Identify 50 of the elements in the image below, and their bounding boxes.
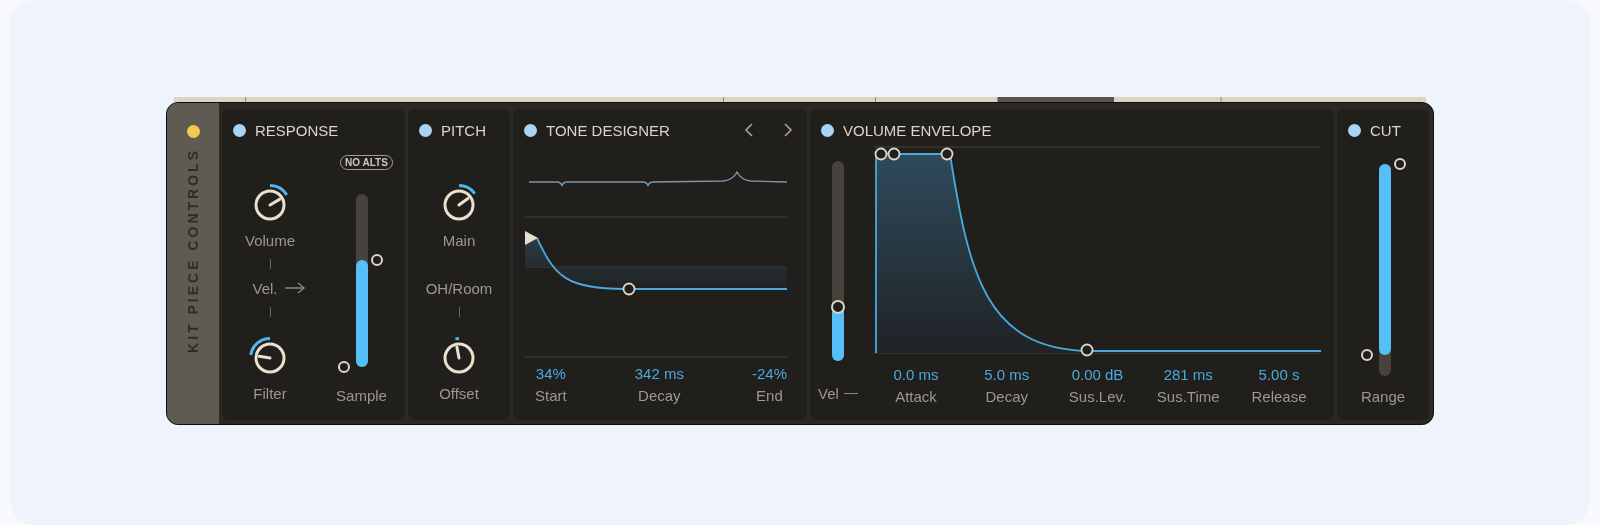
param-label: End <box>756 387 783 404</box>
slider-handle[interactable] <box>1361 348 1373 361</box>
arrow-right-icon <box>283 282 306 294</box>
enable-toggle[interactable] <box>419 123 432 137</box>
enable-toggle[interactable] <box>1348 123 1361 137</box>
slider-label: Sample <box>336 387 387 404</box>
chevron-left-icon[interactable] <box>744 122 754 138</box>
param-label: Start <box>535 387 567 404</box>
param-value[interactable]: -24% <box>751 365 787 382</box>
velocity-label: Vel <box>818 385 839 402</box>
knob-label: Volume <box>244 232 295 249</box>
param-label: Decay <box>638 387 681 404</box>
section-title: VOLUME ENVELOPE <box>843 121 992 139</box>
param-value[interactable]: 34% <box>535 365 566 382</box>
envelope-handle[interactable] <box>874 147 888 161</box>
slider-handle[interactable] <box>370 253 383 266</box>
modulation-label: OH/Room <box>425 279 493 297</box>
envelope-handle[interactable] <box>940 147 954 161</box>
section-title: RESPONSE <box>255 121 339 139</box>
envelope-handle[interactable] <box>1080 343 1094 357</box>
enable-toggle[interactable] <box>524 123 537 137</box>
knob-label: Main <box>442 232 476 249</box>
param-value[interactable]: 5.00 s <box>1258 366 1300 383</box>
param-label: Sus.Time <box>1156 388 1220 405</box>
section-title: CUT <box>1370 121 1401 139</box>
start-marker-icon[interactable] <box>525 231 538 245</box>
param-label: Release <box>1251 388 1307 405</box>
param-value[interactable]: 0.00 dB <box>1071 366 1124 383</box>
enable-toggle[interactable] <box>821 123 834 137</box>
param-label: Decay <box>985 388 1028 405</box>
slider-handle[interactable] <box>831 300 845 314</box>
param-label: Attack <box>895 388 937 405</box>
slider-handle[interactable] <box>1394 158 1406 170</box>
param-label: Sus.Lev. <box>1068 388 1127 405</box>
knob-label: Offset <box>439 385 479 402</box>
slider-label: Range <box>1360 388 1406 405</box>
velocity-slider[interactable] <box>832 161 844 361</box>
chevron-right-icon[interactable] <box>783 122 793 138</box>
curve-handle[interactable] <box>622 282 636 296</box>
param-value[interactable]: 5.0 ms <box>984 366 1030 383</box>
envelope-handle[interactable] <box>887 147 901 161</box>
knob-label: Filter <box>253 385 287 402</box>
param-value[interactable]: 0.0 ms <box>893 366 939 383</box>
slider-handle[interactable] <box>337 361 350 373</box>
param-value[interactable]: 342 ms <box>634 365 684 382</box>
modulation-label: Vel. <box>252 279 278 297</box>
param-value[interactable]: 281 ms <box>1163 366 1213 383</box>
enable-toggle[interactable] <box>233 123 246 137</box>
section-title: PITCH <box>441 121 486 139</box>
section-title: TONE DESIGNER <box>546 121 670 139</box>
